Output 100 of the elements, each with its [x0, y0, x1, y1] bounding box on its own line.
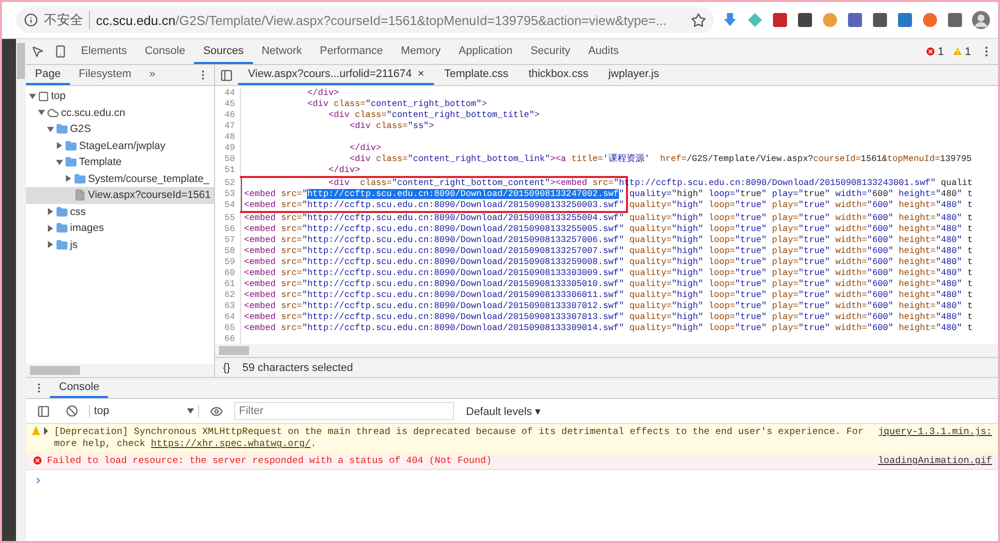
source-link[interactable]: jquery-1.3.1.min.js:: [878, 426, 992, 450]
file-tab[interactable]: jwplayer.js: [598, 65, 670, 85]
line-number: 54: [215, 200, 241, 211]
page-scrollbar[interactable]: [16, 39, 26, 541]
tree-label: System/course_template_: [88, 172, 210, 185]
code-line: <embed src="http://ccftp.scu.edu.cn:8090/Download/20150908133257006.swf" quality="high" loop="true" play="true" width="600" height="480" t: [243, 235, 973, 246]
panel-tab[interactable]: Security: [521, 39, 580, 64]
code-line: <div class="content_right_bottom_link"><a title='课程资源' href=/G2S/Template/View.aspx?courseId=1561&topMenuId=139795: [348, 154, 972, 165]
line-number: 48: [215, 132, 241, 143]
toggle-navigator-icon[interactable]: [220, 68, 233, 82]
code-line: <embed src="http://ccftp.scu.edu.cn:8090/Download/20150908133250003.swf" quality="high" loop="true" play="true" width="600" height="480" t: [243, 200, 973, 211]
context-select[interactable]: top: [89, 405, 199, 417]
pretty-print-button[interactable]: {}: [223, 362, 230, 374]
extension-icon[interactable]: [847, 12, 863, 28]
clear-console-icon[interactable]: [66, 405, 78, 417]
tree-label: StageLearn/jwplay: [79, 140, 166, 152]
tree-label: cc.scu.edu.cn: [61, 106, 126, 119]
extension-icon[interactable]: [872, 12, 888, 28]
panel-tab[interactable]: Audits: [579, 39, 628, 64]
horizontal-scrollbar[interactable]: [215, 344, 998, 357]
code-line: <div class="content_right_bottom">: [306, 99, 487, 110]
tree-item[interactable]: View.aspx?courseId=1561: [26, 187, 214, 204]
levels-dropdown[interactable]: Default levels ▾: [460, 404, 548, 418]
code-line: <embed src="http://ccftp.scu.edu.cn:8090/Download/20150908133255004.swf" quality="high" loop="true" play="true" width="600" height="480" t: [243, 213, 973, 224]
file-tab[interactable]: Template.css: [434, 65, 518, 85]
close-icon[interactable]: ×: [418, 68, 424, 80]
tree-label: css: [70, 206, 86, 218]
extension-icon[interactable]: [797, 12, 813, 28]
drawer-tab[interactable]: Console: [50, 378, 108, 398]
eye-icon[interactable]: [210, 404, 223, 418]
expanded-triangle-icon[interactable]: [28, 92, 36, 100]
tree-item[interactable]: top: [26, 88, 214, 104]
tree-label: top: [51, 90, 66, 102]
line-number: 65: [215, 323, 241, 334]
sidebar-toggle-icon[interactable]: [37, 404, 50, 418]
collapsed-triangle-icon[interactable]: [46, 224, 54, 232]
panel-tab[interactable]: Memory: [392, 39, 450, 64]
line-number: 57: [215, 235, 241, 246]
panel-tab[interactable]: Application: [450, 39, 522, 64]
tree-label: Template: [79, 156, 122, 168]
code-line: <embed src="http://ccftp.scu.edu.cn:8090/Download/20150908133307012.swf" quality="high" loop="true" play="true" width="600" height="480" t: [243, 301, 973, 312]
collapsed-triangle-icon[interactable]: [64, 175, 72, 182]
panel-tab[interactable]: Performance: [310, 39, 392, 64]
folder-icon: [56, 206, 68, 218]
line-number: 50: [215, 154, 241, 165]
inspect-icon[interactable]: [31, 45, 44, 58]
code-line: <embed src="http://ccftp.scu.edu.cn:8090/Download/20150908133257007.swf" quality="high" loop="true" play="true" width="600" height="480" t: [243, 246, 973, 257]
tree-item[interactable]: cc.scu.edu.cn: [26, 104, 214, 121]
code-line: <div class="ss">: [348, 121, 434, 132]
horizontal-scrollbar[interactable]: [26, 364, 214, 377]
navigator-tab[interactable]: Page: [26, 65, 70, 85]
console-prompt[interactable]: ›: [26, 470, 998, 489]
line-number: 51: [215, 165, 241, 176]
tree-item[interactable]: Template: [26, 154, 214, 170]
line-number: 47: [215, 121, 241, 132]
extension-icon[interactable]: [772, 12, 788, 28]
tree-item[interactable]: images: [26, 220, 214, 236]
console-message: [Deprecation] Synchronous XMLHttpRequest on the main thread is deprecated because of its detrimental effects to the end user's experience. For more help, check https://xhr.spec.whatwg.org/.: [54, 426, 865, 450]
more-tabs-button[interactable]: »: [140, 65, 164, 85]
selection-status: 59 characters selected: [242, 362, 354, 374]
file-tab[interactable]: thickbox.css: [518, 65, 598, 85]
bookmark-star-icon[interactable]: [691, 12, 706, 28]
line-number: 58: [215, 246, 241, 257]
panel-tab[interactable]: Network: [252, 39, 311, 64]
info-icon[interactable]: [24, 13, 38, 27]
line-number: 45: [215, 99, 241, 110]
line-number: 44: [215, 88, 241, 99]
code-line: <embed src="http://ccftp.scu.edu.cn:8090/Download/20150908133259008.swf" quality="high" loop="true" play="true" width="600" height="480" t: [243, 257, 973, 268]
extension-icon[interactable]: [947, 12, 963, 28]
tree-item[interactable]: System/course_template_: [26, 170, 214, 187]
expanded-triangle-icon[interactable]: [56, 158, 62, 166]
file-tab[interactable]: View.aspx?cours...urfolid=211674 ×: [238, 65, 434, 85]
security-label[interactable]: 不安全: [44, 11, 90, 29]
tree-item[interactable]: G2S: [26, 121, 214, 138]
collapsed-triangle-icon[interactable]: [56, 142, 62, 150]
code-line: </div>: [348, 143, 382, 154]
panel-tab[interactable]: Console: [136, 39, 194, 64]
address-bar[interactable]: 不安全 cc.scu.edu.cn/G2S/Template/View.aspx?courseId=1561&topMenuId=139795&action=view&type=...: [16, 7, 714, 33]
collapsed-triangle-icon[interactable]: [46, 241, 54, 248]
line-number: 62: [215, 290, 241, 301]
device-toggle-icon[interactable]: [54, 45, 67, 58]
avatar-icon[interactable]: [972, 11, 990, 29]
expanded-triangle-icon[interactable]: [38, 109, 44, 116]
error-icon[interactable]: [924, 46, 936, 57]
code-line: <embed src="http://ccftp.scu.edu.cn:8090/Download/20150908133247002.swf" quality="high" loop="true" play="true" width="600" height="480" t: [243, 189, 973, 200]
line-number: 49: [215, 143, 241, 154]
extension-icon[interactable]: [897, 12, 913, 28]
navigator-tab[interactable]: Filesystem: [70, 65, 140, 85]
source-link[interactable]: loadingAnimation.gif: [878, 455, 992, 467]
error-count[interactable]: 1: [938, 46, 944, 58]
caret-icon[interactable]: [187, 408, 194, 414]
tree-item[interactable]: css: [26, 204, 214, 220]
expanded-triangle-icon[interactable]: [46, 126, 54, 133]
filter-field[interactable]: Filter: [234, 402, 454, 420]
collapsed-triangle-icon[interactable]: [46, 208, 54, 216]
message-link[interactable]: https://xhr.spec.whatwg.org/: [150, 438, 311, 449]
panel-tab[interactable]: Elements: [72, 39, 136, 64]
tree-item[interactable]: js: [26, 236, 214, 253]
tree-item[interactable]: StageLearn/jwplay: [26, 138, 214, 154]
warning-count[interactable]: 1: [964, 46, 971, 58]
